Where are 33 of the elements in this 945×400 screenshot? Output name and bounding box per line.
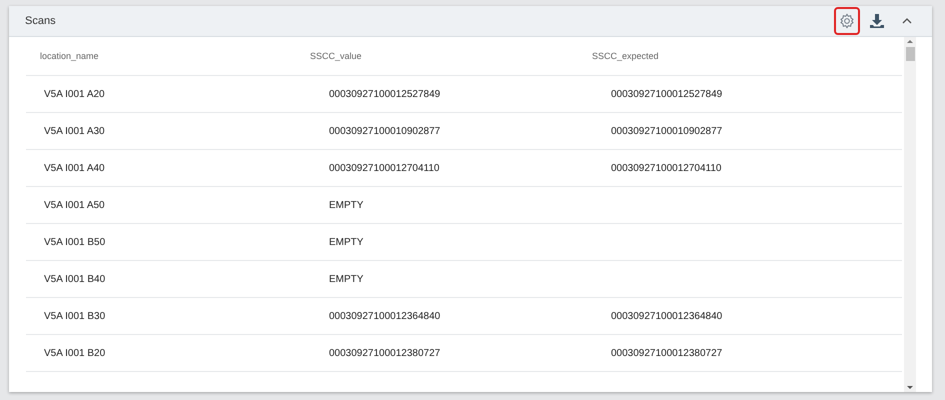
table-cell-text: 00030927100012527849 [610,88,724,100]
table-cell-text: V5A I001 A20 [43,88,106,100]
settings-icon [839,13,855,29]
table-cell-text: EMPTY [328,236,364,248]
table-cell-text: 00030927100012704110 [610,162,722,174]
table-cell-text: EMPTY [328,200,364,210]
table-cell-text: 00030927100012380727 [610,348,724,358]
column-header: SSCC_expected [591,51,660,61]
scrollbar-thumb[interactable] [906,47,914,61]
column-header: SSCC_value [309,51,363,61]
table-cell-text: 00030927100012704110 [328,162,440,174]
column-header: location_name [39,51,100,61]
table-cell-text: V5A I001 B40 [43,274,106,284]
table-cell-text: 00030927100010902877 [328,126,442,136]
panel-title: Scans [25,15,56,27]
table-cell-text: 00030927100012380727 [328,348,442,358]
scrollbar[interactable] [904,37,916,392]
table-cell-text: V5A I001 A50 [43,200,106,210]
scroll-down-arrow-icon[interactable] [907,386,913,389]
table-cell-text: V5A I001 B20 [43,348,106,358]
settings-button[interactable] [834,7,860,35]
table-cell-text: 00030927100012527849 [328,88,442,100]
table-cell-text: V5A I001 B30 [43,310,106,322]
table-cell-text: 00030927100010902877 [610,126,724,136]
table-cell-text: V5A I001 A30 [43,126,106,136]
table-cell-text: 00030927100012364840 [328,310,442,322]
download-icon [869,13,885,29]
table-cell-text: V5A I001 B50 [43,236,106,248]
chevron-up-icon [901,17,913,25]
table-cell-text: 00030927100012364840 [610,310,724,322]
table-cell-text: EMPTY [328,274,364,284]
table-cell-text: V5A I001 A40 [43,162,106,174]
scroll-up-arrow-icon[interactable] [907,40,913,43]
